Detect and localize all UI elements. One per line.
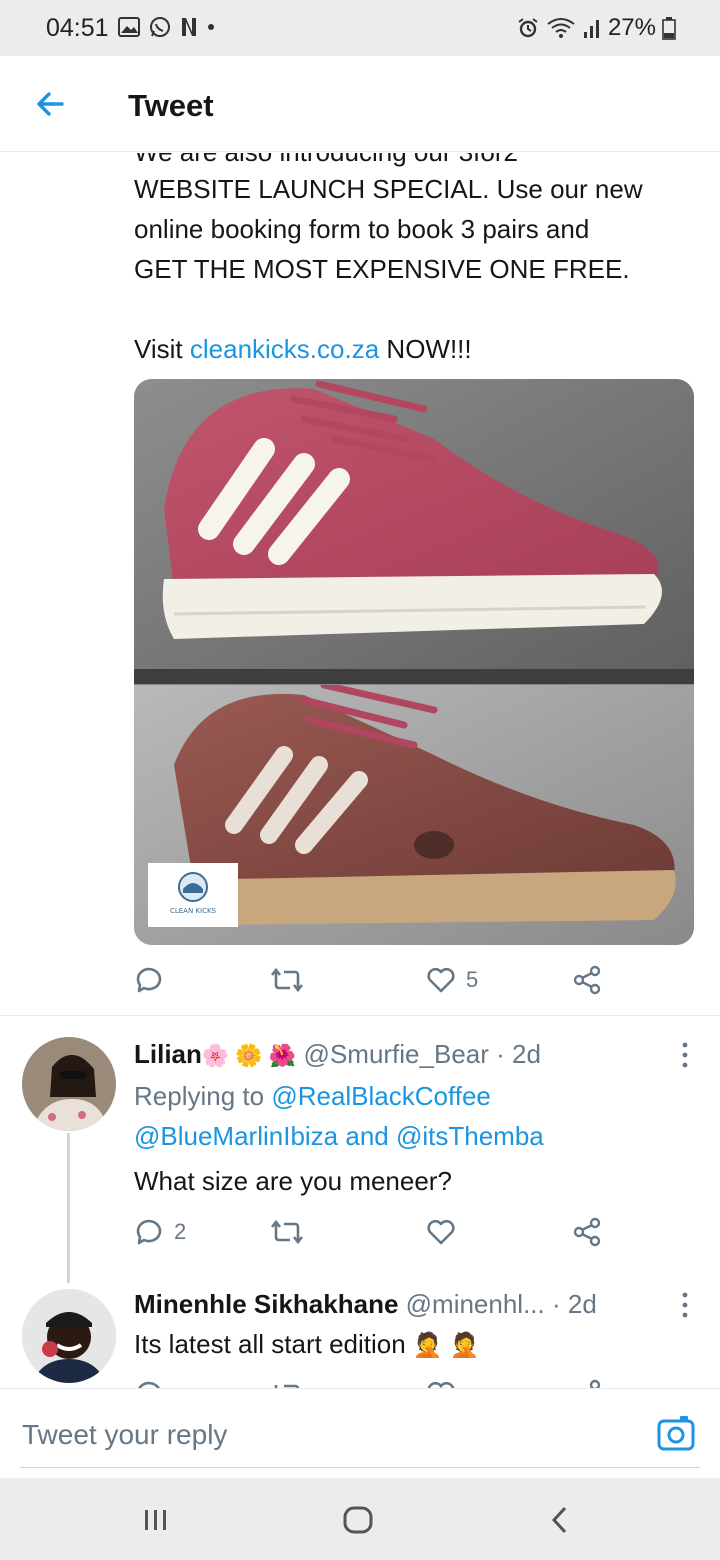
tweet-text-line: GET THE MOST EXPENSIVE ONE FREE. [134, 254, 630, 284]
retweet-icon [270, 967, 304, 993]
like-count: 5 [466, 967, 479, 992]
svg-text:CLEAN KICKS: CLEAN KICKS [170, 907, 217, 915]
divider [0, 1015, 720, 1016]
share-icon [573, 1217, 601, 1247]
page-title: Tweet [128, 88, 214, 123]
reply-emojis: 🤦 🤦 [412, 1332, 480, 1359]
reply-icon [138, 1381, 160, 1388]
reply-composer: Tweet your reply [0, 1388, 720, 1478]
tweet-text-line: online booking form to book 3 pairs and [134, 214, 590, 244]
reply-time: · 2d [496, 1039, 541, 1069]
reply-header: Minenhle Sikhakhane @minenhl... · 2d [134, 1284, 597, 1324]
share-button[interactable] [572, 1379, 602, 1388]
like-button[interactable] [426, 1217, 456, 1247]
mention-link[interactable]: @RealBlackCoffee [271, 1081, 491, 1111]
wifi-icon [547, 18, 575, 38]
status-bar: 04:51 27% [0, 0, 720, 56]
heart-icon [427, 967, 455, 993]
home-icon[interactable] [338, 1500, 378, 1540]
tweet-thread[interactable]: We are also introducing our 3for2 WEBSIT… [0, 153, 720, 1388]
user-name[interactable]: Lilian [134, 1039, 202, 1069]
reply-input[interactable]: Tweet your reply [22, 1419, 227, 1451]
signal-icon [583, 20, 599, 38]
back-arrow-icon[interactable] [32, 86, 68, 122]
reply-text: What size are you meneer? [134, 1166, 452, 1196]
app-header: Tweet [0, 56, 720, 152]
replying-to-cont: @BlueMarlinIbiza and @itsThemba [134, 1121, 544, 1151]
retweet-icon [274, 1384, 300, 1388]
mention-link[interactable]: @itsThemba [396, 1121, 544, 1151]
retweet-icon [270, 1219, 304, 1245]
recents-icon[interactable] [136, 1500, 176, 1540]
avatar[interactable] [22, 1037, 116, 1131]
reply-count: 2 [174, 1219, 187, 1244]
battery-percent: 27% [607, 14, 656, 41]
heart-icon [427, 1219, 455, 1245]
reply-button[interactable]: 2 [134, 1217, 186, 1247]
dot-icon [208, 24, 214, 30]
clean-kicks-logo: CLEAN KICKS [148, 863, 238, 927]
reply-icon [136, 1219, 162, 1245]
gallery-icon [118, 17, 140, 37]
mention-link[interactable]: @BlueMarlinIbiza [134, 1121, 338, 1151]
more-options-icon[interactable] [680, 1291, 690, 1319]
user-handle[interactable]: @minenhl... [406, 1289, 545, 1319]
system-nav-bar [0, 1478, 720, 1560]
whatsapp-icon [150, 17, 170, 37]
avatar[interactable] [22, 1289, 116, 1383]
reply-time: · 2d [552, 1289, 597, 1319]
tweet-visit-line: Visit cleankicks.co.za NOW!!! [134, 334, 472, 364]
user-name[interactable]: Minenhle Sikhakhane [134, 1289, 398, 1319]
user-handle[interactable]: @Smurfie_Bear [304, 1039, 489, 1069]
camera-icon[interactable] [656, 1413, 696, 1453]
tweet-text-line: WEBSITE LAUNCH SPECIAL. Use our new [134, 174, 643, 204]
reply-header: Lilian🌸 🌼 🌺 @Smurfie_Bear · 2d [134, 1034, 541, 1076]
share-icon [589, 1379, 601, 1388]
more-options-icon[interactable] [680, 1041, 690, 1069]
alarm-icon [518, 18, 538, 38]
thread-connector [67, 1133, 70, 1283]
battery-icon [662, 17, 676, 40]
share-icon [573, 965, 601, 995]
like-button[interactable] [426, 1379, 456, 1388]
netflix-icon [182, 18, 196, 36]
website-link[interactable]: cleankicks.co.za [190, 334, 379, 364]
reply-icon [136, 967, 162, 993]
retweet-button[interactable] [270, 965, 304, 995]
back-nav-icon[interactable] [540, 1500, 580, 1540]
retweet-button[interactable] [270, 1217, 304, 1247]
status-time: 04:51 [46, 14, 109, 42]
reply-text: Its latest all start edition 🤦 🤦 [134, 1329, 480, 1359]
name-emojis: 🌸 🌼 🌺 [201, 1043, 297, 1068]
replying-to: Replying to @RealBlackCoffee [134, 1081, 491, 1111]
retweet-button[interactable] [270, 1379, 304, 1388]
share-button[interactable] [572, 965, 602, 995]
like-button[interactable]: 5 [426, 965, 478, 995]
shoe-photo-clean[interactable] [134, 379, 694, 684]
share-button[interactable] [572, 1217, 602, 1247]
tweet-media[interactable]: CLEAN KICKS [134, 379, 694, 945]
reply-button[interactable] [134, 965, 164, 995]
heart-icon [427, 1381, 455, 1388]
reply-button[interactable] [134, 1379, 164, 1388]
input-underline [20, 1467, 700, 1468]
